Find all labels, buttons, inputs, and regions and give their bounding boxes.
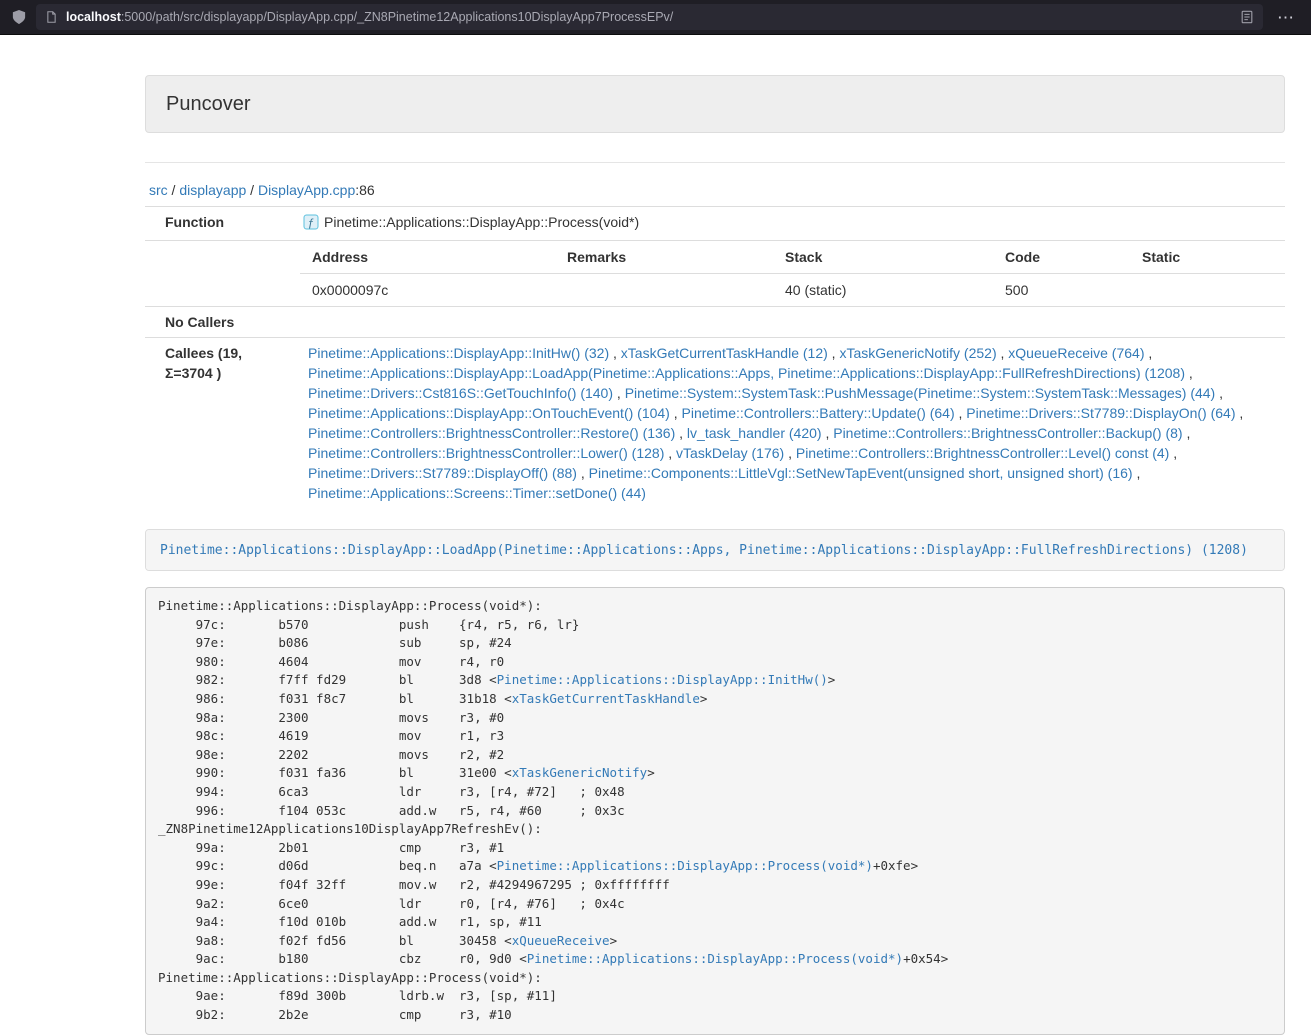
callee-link[interactable]: Pinetime::Applications::DisplayApp::Load…: [308, 365, 1185, 381]
browser-toolbar: localhost:5000/path/src/displayapp/Displ…: [0, 0, 1311, 35]
url-text: localhost:5000/path/src/displayapp/Displ…: [66, 10, 1232, 24]
symbol-type-icon: ƒ: [303, 214, 319, 235]
code-symbol-link[interactable]: Pinetime::Applications::DisplayApp::Proc…: [527, 951, 903, 966]
metrics-value-row: 0x0000097c 40 (static) 500: [300, 274, 1285, 307]
callee-link[interactable]: Pinetime::System::SystemTask::PushMessag…: [625, 385, 1216, 401]
symbol-table: Function ƒ Pinetime::Applications::Displ…: [145, 206, 1285, 508]
callee-link[interactable]: Pinetime::Controllers::BrightnessControl…: [308, 445, 664, 461]
column-header-code: Code: [993, 241, 1130, 274]
function-name: Pinetime::Applications::DisplayApp::Proc…: [324, 214, 639, 230]
callees-label: Callees (19, Σ=3704 ): [145, 338, 300, 509]
app-header-panel: Puncover: [145, 75, 1285, 133]
callees-row: Callees (19, Σ=3704 ) Pinetime::Applicat…: [145, 338, 1285, 509]
callee-link[interactable]: Pinetime::Applications::DisplayApp::Init…: [308, 345, 609, 361]
callee-link[interactable]: Pinetime::Drivers::St7789::DisplayOn() (…: [966, 405, 1235, 421]
metrics-header-row: Address Remarks Stack Code Static: [300, 241, 1285, 274]
callee-link[interactable]: Pinetime::Applications::Screens::Timer::…: [308, 485, 646, 501]
page-content: Puncover src / displayapp / DisplayApp.c…: [145, 75, 1285, 1035]
page-icon[interactable]: [45, 10, 58, 24]
callee-panel-heading: Pinetime::Applications::DisplayApp::Load…: [146, 530, 1284, 570]
callee-link[interactable]: xQueueReceive (764): [1008, 345, 1144, 361]
function-row: Function ƒ Pinetime::Applications::Displ…: [145, 207, 1285, 241]
callee-heading-link[interactable]: Pinetime::Applications::DisplayApp::Load…: [160, 543, 1248, 558]
code-symbol-link[interactable]: xTaskGenericNotify: [512, 765, 647, 780]
details-row: Address Remarks Stack Code Static 0x0000…: [145, 241, 1285, 307]
callee-link[interactable]: Pinetime::Drivers::St7789::DisplayOff() …: [308, 465, 577, 481]
callee-link[interactable]: vTaskDelay (176): [676, 445, 784, 461]
breadcrumb-link[interactable]: displayapp: [179, 182, 246, 198]
shield-icon[interactable]: [12, 9, 26, 25]
breadcrumb-link[interactable]: src: [149, 182, 168, 198]
column-header-static: Static: [1130, 241, 1285, 274]
column-header-remarks: Remarks: [555, 241, 773, 274]
no-callers-row: No Callers: [145, 307, 1285, 338]
callee-detail-panel: Pinetime::Applications::DisplayApp::Load…: [145, 529, 1285, 571]
reader-mode-icon[interactable]: [1240, 10, 1254, 24]
code-symbol-link[interactable]: Pinetime::Applications::DisplayApp::Proc…: [497, 858, 873, 873]
callee-link[interactable]: Pinetime::Drivers::Cst816S::GetTouchInfo…: [308, 385, 613, 401]
url-host: localhost: [66, 10, 121, 24]
code-symbol-link[interactable]: Pinetime::Applications::DisplayApp::Init…: [497, 672, 828, 687]
svg-text:ƒ: ƒ: [308, 218, 315, 230]
code-value: 500: [993, 274, 1130, 307]
function-metrics-table: Address Remarks Stack Code Static 0x0000…: [300, 241, 1285, 306]
callee-link[interactable]: xTaskGetCurrentTaskHandle (12): [621, 345, 828, 361]
callee-link[interactable]: Pinetime::Applications::DisplayApp::OnTo…: [308, 405, 670, 421]
no-callers-label: No Callers: [145, 307, 300, 338]
function-row-label: Function: [145, 207, 300, 241]
callee-link[interactable]: Pinetime::Controllers::BrightnessControl…: [308, 425, 675, 441]
callees-cell: Pinetime::Applications::DisplayApp::Init…: [300, 338, 1285, 509]
app-title: Puncover: [166, 91, 1264, 117]
callee-link[interactable]: Pinetime::Controllers::BrightnessControl…: [833, 425, 1182, 441]
column-header-address: Address: [300, 241, 555, 274]
callee-link[interactable]: lv_task_handler (420): [687, 425, 822, 441]
breadcrumb-line-number: :86: [355, 182, 374, 198]
url-bar[interactable]: localhost:5000/path/src/displayapp/Displ…: [36, 4, 1263, 30]
callee-link[interactable]: Pinetime::Controllers::Battery::Update()…: [682, 405, 955, 421]
callee-link[interactable]: xTaskGenericNotify (252): [839, 345, 996, 361]
section-divider: [145, 162, 1285, 163]
remarks-value: [555, 274, 773, 307]
callee-link[interactable]: Pinetime::Components::LittleVgl::SetNewT…: [589, 465, 1133, 481]
url-path: :5000/path/src/displayapp/DisplayApp.cpp…: [121, 10, 673, 24]
code-symbol-link[interactable]: xTaskGetCurrentTaskHandle: [512, 691, 700, 706]
code-symbol-link[interactable]: xQueueReceive: [512, 933, 610, 948]
callee-link[interactable]: Pinetime::Controllers::BrightnessControl…: [796, 445, 1169, 461]
overflow-menu-icon[interactable]: ⋯: [1273, 9, 1299, 26]
static-value: [1130, 274, 1285, 307]
disassembly-code-block: Pinetime::Applications::DisplayApp::Proc…: [145, 587, 1285, 1035]
breadcrumb-link[interactable]: DisplayApp.cpp: [258, 182, 355, 198]
breadcrumb: src / displayapp / DisplayApp.cpp:86: [149, 182, 1285, 198]
column-header-stack: Stack: [773, 241, 993, 274]
address-value: 0x0000097c: [300, 274, 555, 307]
stack-value: 40 (static): [773, 274, 993, 307]
